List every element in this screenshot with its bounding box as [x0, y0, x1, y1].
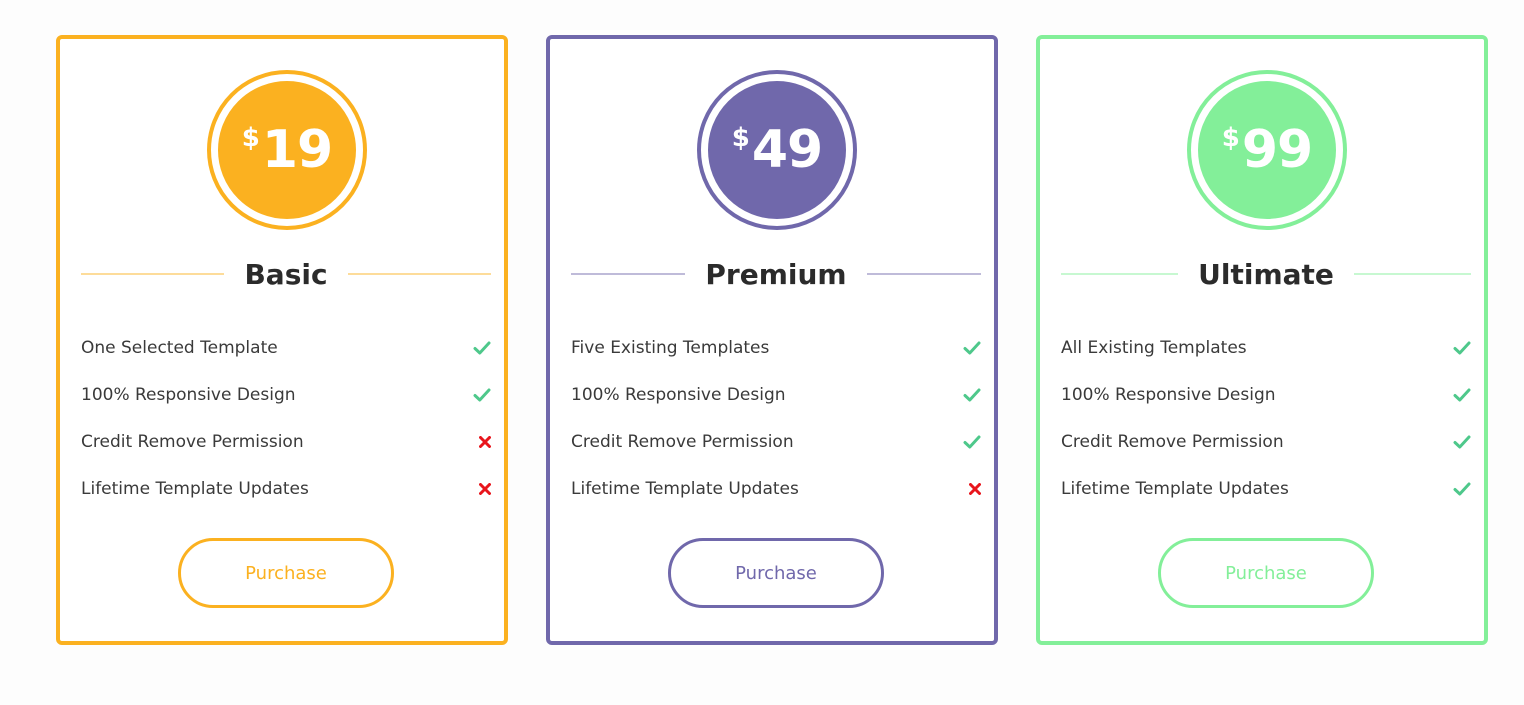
cross-icon — [961, 482, 981, 495]
divider — [1061, 273, 1179, 275]
feature-label: Lifetime Template Updates — [81, 478, 309, 499]
feature-list: Five Existing Templates 100% Responsive … — [571, 324, 981, 512]
pricing-card-ultimate: $ 99 Ultimate All Existing Templates 100… — [1036, 35, 1488, 645]
feature-item: Lifetime Template Updates — [1061, 465, 1471, 512]
feature-label: 100% Responsive Design — [81, 384, 296, 405]
price-currency: $ — [1221, 123, 1240, 153]
plan-title: Ultimate — [1198, 257, 1334, 291]
price-badge: $ 49 — [697, 70, 857, 230]
plan-title: Premium — [705, 257, 847, 291]
pricing-card-basic: $ 19 Basic One Selected Template 100% Re… — [56, 35, 508, 645]
feature-label: One Selected Template — [81, 337, 278, 358]
feature-item: 100% Responsive Design — [1061, 371, 1471, 418]
check-icon — [1451, 435, 1471, 449]
purchase-button-premium[interactable]: Purchase — [668, 538, 884, 608]
feature-label: 100% Responsive Design — [1061, 384, 1276, 405]
divider — [81, 273, 225, 275]
plan-title-row: Ultimate — [1061, 254, 1472, 294]
price-amount: 99 — [1241, 120, 1313, 180]
feature-label: Credit Remove Permission — [1061, 431, 1284, 452]
price-amount: 19 — [261, 120, 333, 180]
feature-item: One Selected Template — [81, 324, 491, 371]
price-currency: $ — [241, 123, 260, 153]
feature-item: Credit Remove Permission — [1061, 418, 1471, 465]
plan-title: Basic — [244, 257, 328, 291]
feature-item: All Existing Templates — [1061, 324, 1471, 371]
price-badge: $ 99 — [1187, 70, 1347, 230]
price-amount: 49 — [751, 120, 823, 180]
divider — [1353, 273, 1472, 275]
feature-label: 100% Responsive Design — [571, 384, 786, 405]
pricing-card-premium: $ 49 Premium Five Existing Templates 100… — [546, 35, 998, 645]
divider — [571, 273, 686, 275]
check-icon — [961, 435, 981, 449]
purchase-button-basic[interactable]: Purchase — [178, 538, 394, 608]
feature-list: One Selected Template 100% Responsive De… — [81, 324, 491, 512]
divider — [866, 273, 982, 275]
feature-item: Lifetime Template Updates — [81, 465, 491, 512]
check-icon — [1451, 388, 1471, 402]
cross-icon — [471, 482, 491, 495]
feature-item: Lifetime Template Updates — [571, 465, 981, 512]
purchase-button-ultimate[interactable]: Purchase — [1158, 538, 1374, 608]
feature-label: Credit Remove Permission — [571, 431, 794, 452]
feature-label: All Existing Templates — [1061, 337, 1247, 358]
divider — [347, 273, 492, 275]
price-currency: $ — [731, 123, 750, 153]
feature-list: All Existing Templates 100% Responsive D… — [1061, 324, 1471, 512]
feature-item: Credit Remove Permission — [81, 418, 491, 465]
check-icon — [1451, 341, 1471, 355]
cross-icon — [471, 435, 491, 448]
plan-title-row: Premium — [571, 254, 982, 294]
feature-item: 100% Responsive Design — [571, 371, 981, 418]
feature-label: Five Existing Templates — [571, 337, 770, 358]
feature-label: Lifetime Template Updates — [1061, 478, 1289, 499]
check-icon — [961, 388, 981, 402]
feature-label: Credit Remove Permission — [81, 431, 304, 452]
feature-item: Five Existing Templates — [571, 324, 981, 371]
check-icon — [961, 341, 981, 355]
plan-title-row: Basic — [81, 254, 492, 294]
check-icon — [1451, 482, 1471, 496]
check-icon — [471, 341, 491, 355]
feature-label: Lifetime Template Updates — [571, 478, 799, 499]
check-icon — [471, 388, 491, 402]
feature-item: Credit Remove Permission — [571, 418, 981, 465]
feature-item: 100% Responsive Design — [81, 371, 491, 418]
price-badge: $ 19 — [207, 70, 367, 230]
